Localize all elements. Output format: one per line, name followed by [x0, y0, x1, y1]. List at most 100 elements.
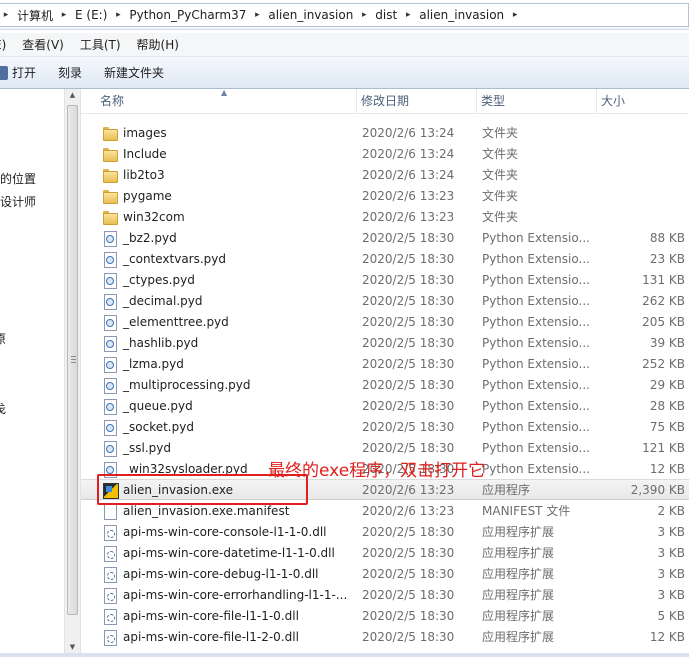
file-name-cell[interactable]: _bz2.pyd	[81, 230, 357, 247]
file-name-cell[interactable]: api-ms-win-core-datetime-l1-1-0.dll	[81, 545, 357, 562]
file-row[interactable]: Include 2020/2/6 13:24 文件夹	[81, 143, 689, 164]
file-row[interactable]: _socket.pyd 2020/2/5 18:30 Python Extensio…	[81, 416, 689, 437]
file-size: 2 KB	[657, 503, 685, 518]
file-row[interactable]: api-ms-win-core-datetime-l1-1-0.dll 2020/…	[81, 542, 689, 563]
breadcrumb-item-computer[interactable]: 计算机	[12, 4, 58, 26]
breadcrumb-separator-icon[interactable]: ▸	[509, 10, 521, 20]
scrollbar-thumb[interactable]	[67, 105, 78, 615]
file-date: 2020/2/5 18:30	[362, 398, 455, 413]
breadcrumb-item-current[interactable]: alien_invasion	[414, 4, 509, 26]
breadcrumb-separator-icon[interactable]: ▸	[402, 10, 414, 20]
burn-button[interactable]: 刻录	[47, 61, 93, 85]
file-date: 2020/2/5 18:30	[362, 419, 455, 434]
file-name-cell[interactable]: api-ms-win-core-file-l1-2-0.dll	[81, 629, 357, 646]
file-type: Python Extensio...	[482, 272, 590, 287]
breadcrumb-separator-icon[interactable]: ▸	[358, 10, 370, 20]
file-name-cell[interactable]: images	[81, 125, 357, 141]
file-name-cell[interactable]: _elementtree.pyd	[81, 314, 357, 331]
file-name-cell[interactable]: _decimal.pyd	[81, 293, 357, 310]
file-list: ▲ 名称 修改日期 类型 大小 images 2020/2/6 13:24 文件夹 I…	[81, 88, 689, 653]
file-row[interactable]: _bz2.pyd 2020/2/5 18:30 Python Extensio...…	[81, 227, 689, 248]
file-row[interactable]: api-ms-win-core-errorhandling-l1-1-... 20…	[81, 584, 689, 605]
navigation-scrollbar[interactable]: ▲ ▼	[64, 89, 81, 653]
file-date: 2020/2/6 13:24	[362, 146, 455, 161]
file-row[interactable]: win32com 2020/2/6 13:23 文件夹	[81, 206, 689, 227]
menu-help[interactable]: 帮助(H)	[129, 36, 187, 53]
open-button[interactable]: 打开	[0, 61, 47, 85]
file-row[interactable]: api-ms-win-core-file-l1-2-0.dll 2020/2/5 …	[81, 626, 689, 647]
file-row[interactable]: _hashlib.pyd 2020/2/5 18:30 Python Extensi…	[81, 332, 689, 353]
file-name-cell[interactable]: api-ms-win-core-file-l1-1-0.dll	[81, 608, 357, 625]
file-row[interactable]: lib2to3 2020/2/6 13:24 文件夹	[81, 164, 689, 185]
file-name-cell[interactable]: api-ms-win-core-debug-l1-1-0.dll	[81, 566, 357, 583]
sort-ascending-icon: ▲	[221, 88, 228, 97]
file-row[interactable]: _lzma.pyd 2020/2/5 18:30 Python Extensio..…	[81, 353, 689, 374]
file-row[interactable]: _contextvars.pyd 2020/2/5 18:30 Python Ext…	[81, 248, 689, 269]
file-date: 2020/2/5 18:30	[362, 566, 455, 581]
file-row[interactable]: api-ms-win-core-debug-l1-1-0.dll 2020/2/5…	[81, 563, 689, 584]
nav-item-recent-places[interactable]: 的位置	[0, 170, 36, 187]
breadcrumb-separator-icon[interactable]: ▸	[58, 10, 70, 20]
file-name-cell[interactable]: Include	[81, 146, 357, 162]
file-row[interactable]: _ssl.pyd 2020/2/5 18:30 Python Extensio...…	[81, 437, 689, 458]
file-row[interactable]: _elementtree.pyd 2020/2/5 18:30 Python Ext…	[81, 311, 689, 332]
breadcrumb-item-project[interactable]: Python_PyCharm37	[124, 4, 251, 26]
address-breadcrumb[interactable]: ▸ 计算机 ▸ E (E:) ▸ Python_PyCharm37 ▸ alie…	[0, 3, 689, 27]
file-row[interactable]: api-ms-win-core-console-l1-1-0.dll 2020/2…	[81, 521, 689, 542]
file-name-cell[interactable]: pygame	[81, 188, 357, 204]
breadcrumb-item-dist[interactable]: dist	[370, 4, 402, 26]
file-size: 3 KB	[657, 545, 685, 560]
file-type: 应用程序扩展	[482, 567, 555, 581]
file-name-cell[interactable]: _ssl.pyd	[81, 440, 357, 457]
file-type: Python Extensio...	[482, 377, 590, 392]
file-name: _queue.pyd	[123, 398, 193, 413]
file-name: api-ms-win-core-file-l1-2-0.dll	[123, 629, 299, 644]
file-size: 205 KB	[642, 314, 685, 329]
breadcrumb-item-drive[interactable]: E (E:)	[70, 4, 112, 26]
file-row[interactable]: images 2020/2/6 13:24 文件夹	[81, 122, 689, 143]
column-date-modified[interactable]: 修改日期	[357, 89, 477, 114]
nav-item-fragment-2[interactable]: 戋	[0, 400, 6, 417]
file-name-cell[interactable]: _multiprocessing.pyd	[81, 377, 357, 394]
column-size[interactable]: 大小	[597, 89, 689, 114]
new-folder-button[interactable]: 新建文件夹	[93, 61, 175, 85]
menu-view[interactable]: 查看(V)	[14, 36, 72, 53]
file-name-cell[interactable]: _contextvars.pyd	[81, 251, 357, 268]
file-name-cell[interactable]: win32com	[81, 209, 357, 225]
column-type[interactable]: 类型	[477, 89, 597, 114]
file-size: 39 KB	[649, 335, 685, 350]
scroll-up-icon[interactable]: ▲	[65, 91, 80, 99]
breadcrumb-separator-icon[interactable]: ▸	[251, 10, 263, 20]
breadcrumb-separator-icon[interactable]: ▸	[112, 10, 124, 20]
file-name-cell[interactable]: _queue.pyd	[81, 398, 357, 415]
file-row[interactable]: api-ms-win-core-file-l1-1-0.dll 2020/2/5 …	[81, 605, 689, 626]
file-name-cell[interactable]: _socket.pyd	[81, 419, 357, 436]
folder-icon	[102, 167, 118, 183]
annotation-text: 最终的exe程序，双击打开它	[268, 461, 486, 481]
file-date: 2020/2/5 18:30	[362, 629, 455, 644]
nav-item-fragment-1[interactable]: 原	[0, 330, 6, 347]
nav-item-designer[interactable]: 设计师	[0, 193, 36, 210]
scroll-down-icon[interactable]: ▼	[65, 643, 80, 651]
file-row[interactable]: _ctypes.pyd 2020/2/5 18:30 Python Extensio…	[81, 269, 689, 290]
file-type: Python Extensio...	[482, 440, 590, 455]
file-date: 2020/2/5 18:30	[362, 314, 455, 329]
file-name-cell[interactable]: api-ms-win-core-console-l1-1-0.dll	[81, 524, 357, 541]
dll-icon	[102, 587, 118, 604]
menu-tools[interactable]: 工具(T)	[72, 36, 129, 53]
file-name-cell[interactable]: lib2to3	[81, 167, 357, 183]
menu-edit[interactable]: E)	[0, 38, 14, 52]
file-row[interactable]: pygame 2020/2/6 13:23 文件夹	[81, 185, 689, 206]
file-row[interactable]: _decimal.pyd 2020/2/5 18:30 Python Extensi…	[81, 290, 689, 311]
breadcrumb-separator-icon[interactable]: ▸	[0, 10, 12, 20]
dll-icon	[102, 566, 118, 583]
breadcrumb-item-alien-invasion[interactable]: alien_invasion	[263, 4, 358, 26]
file-name-cell[interactable]: _ctypes.pyd	[81, 272, 357, 289]
file-name-cell[interactable]: _hashlib.pyd	[81, 335, 357, 352]
file-name-cell[interactable]: api-ms-win-core-errorhandling-l1-1-...	[81, 587, 357, 604]
column-name[interactable]: ▲ 名称	[81, 88, 357, 114]
file-name-cell[interactable]: _lzma.pyd	[81, 356, 357, 373]
file-row[interactable]: _queue.pyd 2020/2/5 18:30 Python Extensio.…	[81, 395, 689, 416]
file-name: lib2to3	[123, 167, 165, 182]
file-row[interactable]: _multiprocessing.pyd 2020/2/5 18:30 Python…	[81, 374, 689, 395]
